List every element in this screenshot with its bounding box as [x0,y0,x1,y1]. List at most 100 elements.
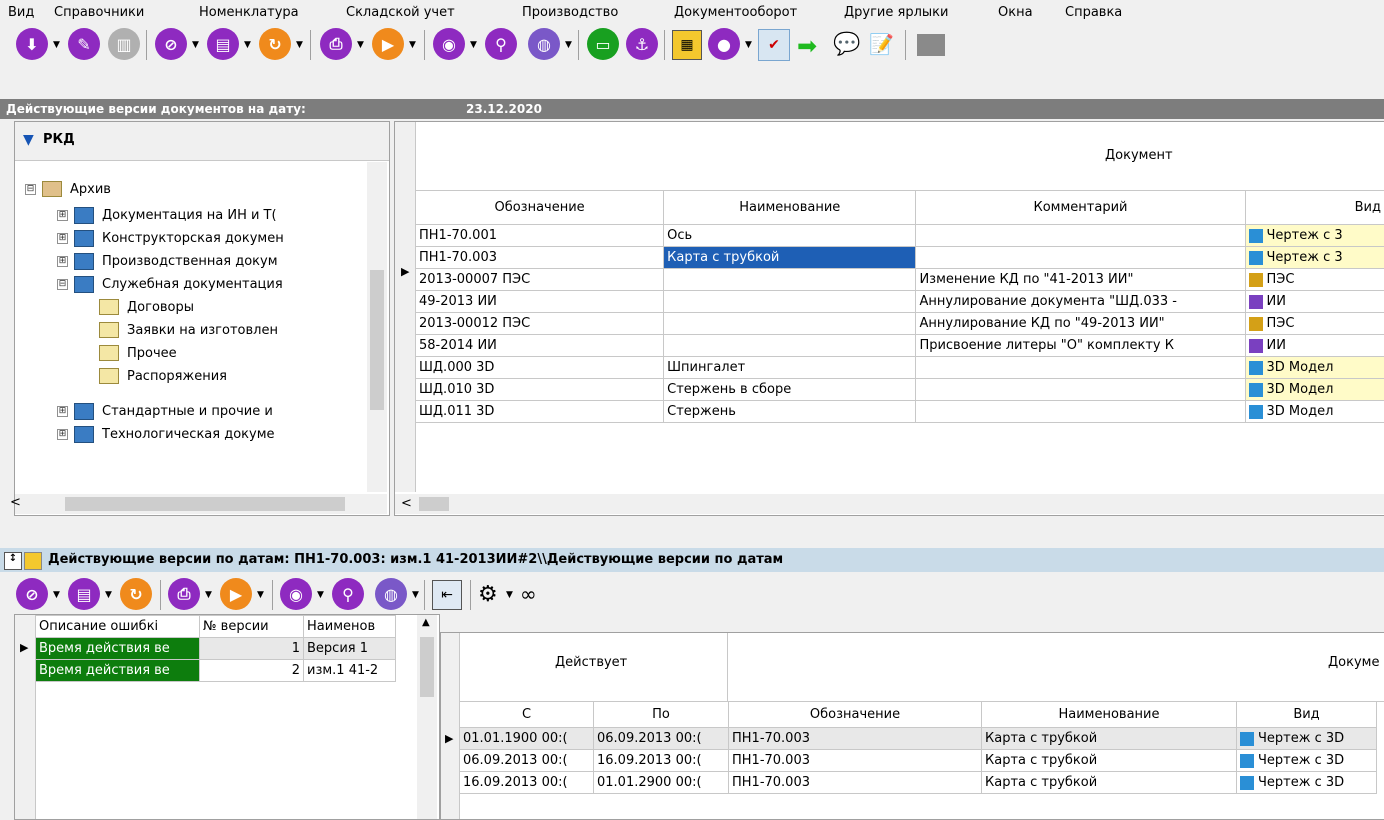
view-icon[interactable]: ◉ [433,28,465,60]
cell-name[interactable] [664,335,916,357]
sort-icon[interactable]: ↕ [4,552,22,570]
cell-name[interactable] [664,313,916,335]
filter-icon[interactable]: ▼ [23,132,34,148]
column-header-to[interactable]: По [594,702,729,728]
cell-designation[interactable]: ШД.000 3D [416,357,664,379]
cell-to[interactable]: 06.09.2013 00:( [594,728,729,750]
play-icon[interactable]: ▶ [372,28,404,60]
delete-icon[interactable]: ▥ [108,28,140,60]
cell-type[interactable]: Чертеж с 3 [1245,247,1384,269]
checklist-icon[interactable]: ✔ [758,29,790,61]
user-icon[interactable]: ● [708,28,740,60]
scroll-left-icon[interactable]: < [10,495,21,510]
menu-help[interactable]: Справка [1065,5,1122,20]
cell-name[interactable]: Стержень в сборе [664,379,916,401]
arrow-right-icon[interactable]: ➡ [797,32,817,60]
table-row[interactable]: 2013-00012 ПЭС Аннулирование КД по "49-2… [416,313,1384,335]
chevron-down-icon[interactable]: ▼ [244,40,251,50]
table-row-selected[interactable]: ПН1-70.003 Карта с трубкой Чертеж с 3 [416,247,1384,269]
menu-view[interactable]: Вид [8,5,34,20]
scroll-left-icon[interactable]: < [401,496,412,511]
chevron-down-icon[interactable]: ▼ [357,40,364,50]
cell-version-no[interactable]: 2 [200,660,304,682]
scroll-thumb[interactable] [420,637,434,697]
cell-from[interactable]: 16.09.2013 00:( [460,772,594,794]
cell-comment[interactable]: Присвоение литеры "О" комплекту К [916,335,1245,357]
column-header-version-no[interactable]: № версии [200,616,304,638]
table-row[interactable]: ШД.000 3D Шпингалет 3D Модел [416,357,1384,379]
download-icon[interactable]: ⬇ [16,28,48,60]
play-icon[interactable]: ▶ [220,578,252,610]
cell-type[interactable]: Чертеж с 3 [1245,225,1384,247]
cell-type[interactable]: Чертеж с 3D [1237,772,1377,794]
cell-name[interactable]: Ось [664,225,916,247]
refresh-icon[interactable]: ↻ [120,578,152,610]
table-row[interactable]: ШД.011 3D Стержень 3D Модел [416,401,1384,423]
cell-name[interactable]: Карта с трубкой [982,772,1237,794]
cell-name[interactable]: Версия 1 [304,638,396,660]
cell-name[interactable] [664,269,916,291]
folder-icon[interactable] [917,34,945,56]
column-header-comment[interactable]: Комментарий [916,191,1245,225]
chevron-down-icon[interactable]: ▼ [317,590,324,600]
table-row[interactable]: Время действия ве 2 изм.1 41-2 [36,660,396,682]
print-icon[interactable]: ⎙ [320,28,352,60]
expand-icon[interactable]: ⊞ [57,256,68,267]
glasses-icon[interactable]: ∞ [520,582,537,606]
cell-designation[interactable]: ПН1-70.003 [416,247,664,269]
cell-type[interactable]: ИИ [1245,335,1384,357]
menu-warehouse[interactable]: Складской учет [346,5,455,20]
cell-designation[interactable]: ПН1-70.003 [729,750,982,772]
chevron-down-icon[interactable]: ▼ [470,40,477,50]
grid-horizontal-scrollbar[interactable]: < [395,494,1384,514]
chevron-down-icon[interactable]: ▼ [53,40,60,50]
cell-comment[interactable] [916,247,1245,269]
cell-to[interactable]: 16.09.2013 00:( [594,750,729,772]
cell-comment[interactable] [916,225,1245,247]
column-header-designation[interactable]: Обозначение [416,191,664,225]
cell-type[interactable]: 3D Модел [1245,401,1384,423]
column-header-error[interactable]: Описание ошибкі [36,616,200,638]
print-icon[interactable]: ⎙ [168,578,200,610]
collapse-icon[interactable]: ⊟ [57,279,68,290]
edit-document-icon[interactable]: 📝 [869,32,894,56]
chevron-down-icon[interactable]: ▼ [409,40,416,50]
tree-item[interactable]: ⊟ Служебная документация [57,273,283,295]
export-icon[interactable]: ⇤ [432,580,462,610]
scroll-thumb[interactable] [65,497,345,511]
cell-to[interactable]: 01.01.2900 00:( [594,772,729,794]
table-row-selected[interactable]: 01.01.1900 00:( 06.09.2013 00:( ПН1-70.0… [460,728,1377,750]
tree-vertical-scrollbar[interactable] [367,162,387,492]
cell-name[interactable]: Карта с трубкой [982,728,1237,750]
anchor-icon[interactable]: ⚓ [626,28,658,60]
cell-designation[interactable]: ШД.010 3D [416,379,664,401]
cell-from[interactable]: 06.09.2013 00:( [460,750,594,772]
cell-designation[interactable]: ПН1-70.003 [729,728,982,750]
cell-name[interactable]: Стержень [664,401,916,423]
tree-item[interactable]: ⊞ Технологическая докуме [57,423,275,445]
gears-icon[interactable]: ⚙ [478,582,498,607]
cell-name[interactable]: изм.1 41-2 [304,660,396,682]
cell-comment[interactable] [916,357,1245,379]
cell-name[interactable]: Карта с трубкой [664,247,916,269]
tree-item[interactable]: Распоряжения [99,365,227,387]
table-row[interactable]: 06.09.2013 00:( 16.09.2013 00:( ПН1-70.0… [460,750,1377,772]
cell-designation[interactable]: ПН1-70.001 [416,225,664,247]
cell-type[interactable]: Чертеж с 3D [1237,750,1377,772]
table-row[interactable]: 58-2014 ИИ Присвоение литеры "О" комплек… [416,335,1384,357]
column-header-name[interactable]: Наименов [304,616,396,638]
cell-from[interactable]: 01.01.1900 00:( [460,728,594,750]
chevron-down-icon[interactable]: ▼ [565,40,572,50]
scroll-thumb[interactable] [419,497,449,511]
column-header-type[interactable]: Вид [1245,191,1384,225]
cell-comment[interactable]: Аннулирование документа "ШД.033 - [916,291,1245,313]
search-icon[interactable]: ⚲ [332,578,364,610]
chevron-down-icon[interactable]: ▼ [296,40,303,50]
chevron-down-icon[interactable]: ▼ [257,590,264,600]
tree-item-archive[interactable]: ⊟ Архив [25,178,111,200]
cell-type[interactable]: ИИ [1245,291,1384,313]
tree-item[interactable]: Договоры [99,296,194,318]
cell-designation[interactable]: ШД.011 3D [416,401,664,423]
chevron-down-icon[interactable]: ▼ [745,40,752,50]
menu-windows[interactable]: Окна [998,5,1033,20]
